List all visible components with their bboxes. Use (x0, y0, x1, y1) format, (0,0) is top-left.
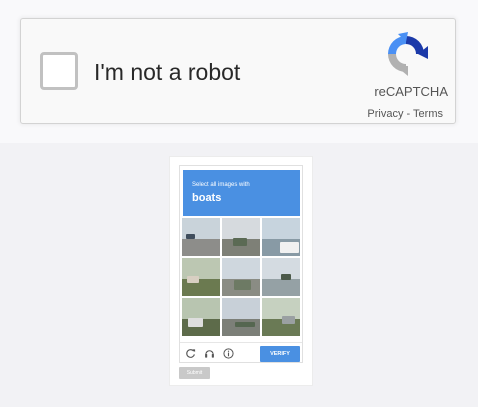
recaptcha-brand-text: reCAPTCHA (374, 84, 448, 99)
tile-object (280, 242, 299, 253)
tile-object (234, 280, 251, 290)
image-tile[interactable] (182, 218, 220, 256)
terms-link[interactable]: Terms (413, 108, 443, 120)
tile-sky (222, 298, 260, 319)
challenge-card: Select all images with boats VERIFY Subm… (169, 156, 313, 386)
recaptcha-logo-icon (388, 32, 428, 76)
tile-object (186, 234, 195, 239)
challenge-instruction: Select all images with (192, 182, 250, 188)
recaptcha-links: Privacy - Terms (321, 108, 443, 120)
recaptcha-anchor-area: I'm not a robot reCAPTCHA Privacy - Term… (0, 0, 478, 143)
tile-object (187, 276, 199, 283)
tile-object (233, 238, 247, 246)
tile-object (235, 322, 255, 327)
challenge-frame: Select all images with boats VERIFY (179, 165, 303, 363)
submit-button[interactable]: Submit (179, 367, 210, 379)
tile-object (281, 274, 291, 280)
info-icon[interactable] (223, 348, 234, 359)
challenge-header: Select all images with boats (183, 170, 300, 216)
image-tile[interactable] (262, 298, 300, 336)
tile-sky (222, 258, 260, 279)
verify-button[interactable]: VERIFY (260, 346, 300, 362)
tile-ground (182, 238, 220, 256)
image-tile[interactable] (262, 218, 300, 256)
image-tile[interactable] (222, 298, 260, 336)
links-separator: - (406, 108, 411, 120)
tile-ground (262, 278, 300, 296)
audio-icon[interactable] (204, 348, 215, 359)
image-tile[interactable] (182, 258, 220, 296)
not-robot-checkbox[interactable] (40, 52, 78, 90)
checkbox-label: I'm not a robot (94, 59, 241, 85)
tile-object (188, 318, 203, 327)
challenge-target: boats (192, 192, 222, 204)
reload-icon[interactable] (185, 348, 196, 359)
tile-sky (222, 218, 260, 239)
tile-sky (182, 298, 220, 319)
image-tile[interactable] (222, 258, 260, 296)
image-grid (182, 218, 301, 337)
privacy-link[interactable]: Privacy (367, 108, 403, 120)
challenge-controls: VERIFY (180, 342, 302, 363)
tile-sky (262, 218, 300, 239)
image-tile[interactable] (182, 298, 220, 336)
recaptcha-anchor-box: I'm not a robot reCAPTCHA Privacy - Term… (20, 18, 456, 124)
image-tile[interactable] (222, 218, 260, 256)
tile-object (282, 316, 295, 324)
image-tile[interactable] (262, 258, 300, 296)
